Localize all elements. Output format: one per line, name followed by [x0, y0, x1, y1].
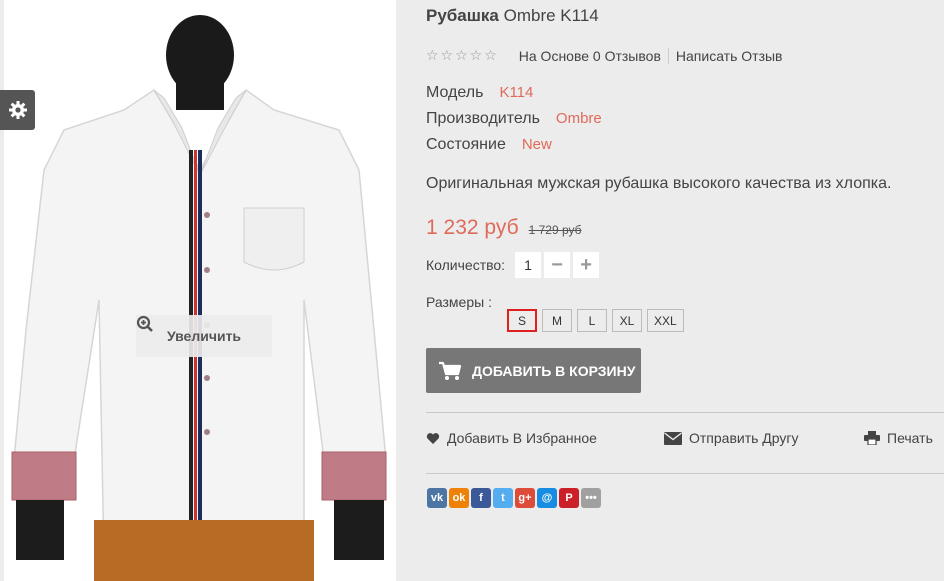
size-option-s[interactable]: S: [507, 309, 537, 332]
price-row: 1 232 руб 1 729 руб: [426, 216, 582, 240]
zoom-label: Увеличить: [166, 328, 242, 344]
odnoklassniki-icon[interactable]: ok: [449, 488, 469, 508]
print-link[interactable]: Печать: [864, 430, 933, 446]
write-review-link[interactable]: Написать Отзыв: [676, 48, 783, 64]
send-friend-label: Отправить Другу: [689, 430, 799, 446]
size-option-xxl[interactable]: XXL: [647, 309, 684, 332]
condition-row: Состояние New: [426, 136, 552, 154]
twitter-icon[interactable]: t: [493, 488, 513, 508]
manufacturer-row: Производитель Ombre: [426, 110, 602, 128]
quantity-input[interactable]: 1: [515, 252, 542, 278]
divider: [667, 47, 669, 64]
gear-icon: [8, 101, 27, 119]
envelope-icon: [664, 431, 682, 445]
social-share-bar: vk ok f t g+ @ P •••: [427, 488, 601, 508]
google-plus-icon[interactable]: g+: [515, 488, 535, 508]
settings-gear-button[interactable]: [0, 90, 35, 130]
quantity-label: Количество:: [426, 257, 506, 273]
add-to-wishlist-link[interactable]: Добавить В Избранное: [426, 430, 597, 446]
heart-icon: [426, 432, 440, 444]
rating-row: ☆☆☆☆☆ На Основе 0 Отзывов Написать Отзыв: [426, 47, 782, 64]
manufacturer-link[interactable]: Ombre: [556, 110, 602, 127]
size-options: S M L XL XXL: [507, 309, 684, 332]
rating-stars-icon[interactable]: ☆☆☆☆☆: [426, 47, 499, 64]
condition-label: Состояние: [426, 136, 506, 153]
condition-value: New: [521, 136, 552, 153]
zoom-in-icon: [136, 315, 153, 332]
vk-icon[interactable]: vk: [427, 488, 447, 508]
more-share-icon[interactable]: •••: [581, 488, 601, 508]
zoom-button[interactable]: Увеличить: [136, 315, 272, 357]
quantity-plus-button[interactable]: +: [573, 252, 600, 278]
divider: [426, 412, 944, 413]
size-option-m[interactable]: M: [542, 309, 572, 332]
print-label: Печать: [887, 430, 933, 446]
shirt-image: [11, 15, 387, 581]
add-to-cart-label: ДОБАВИТЬ В КОРЗИНУ: [472, 362, 636, 379]
product-description: Оригинальная мужская рубашка высокого ка…: [426, 175, 892, 192]
product-title: Рубашка Ombre K114: [426, 6, 599, 26]
model-value: K114: [499, 84, 534, 101]
price: 1 232 руб: [426, 216, 519, 239]
size-option-l[interactable]: L: [577, 309, 607, 332]
pinterest-icon[interactable]: P: [559, 488, 579, 508]
manufacturer-label: Производитель: [426, 110, 540, 127]
product-image-panel[interactable]: Увеличить: [4, 0, 396, 581]
send-to-friend-link[interactable]: Отправить Другу: [664, 430, 799, 446]
divider: [426, 473, 944, 474]
sizes-label: Размеры :: [426, 294, 492, 310]
quantity-row: Количество: 1 − +: [426, 252, 600, 278]
size-option-xl[interactable]: XL: [612, 309, 642, 332]
wishlist-label: Добавить В Избранное: [447, 430, 597, 446]
mail-icon[interactable]: @: [537, 488, 557, 508]
facebook-icon[interactable]: f: [471, 488, 491, 508]
product-name: Ombre K114: [503, 6, 599, 25]
shopping-cart-icon: [439, 361, 462, 380]
old-price: 1 729 руб: [528, 223, 582, 237]
model-label: Модель: [426, 84, 484, 101]
product-brand: Рубашка: [426, 6, 499, 25]
reviews-link[interactable]: На Основе 0 Отзывов: [519, 48, 661, 64]
model-row: Модель K114: [426, 84, 533, 102]
quantity-minus-button[interactable]: −: [544, 252, 571, 278]
printer-icon: [864, 431, 880, 445]
add-to-cart-button[interactable]: ДОБАВИТЬ В КОРЗИНУ: [426, 348, 641, 393]
